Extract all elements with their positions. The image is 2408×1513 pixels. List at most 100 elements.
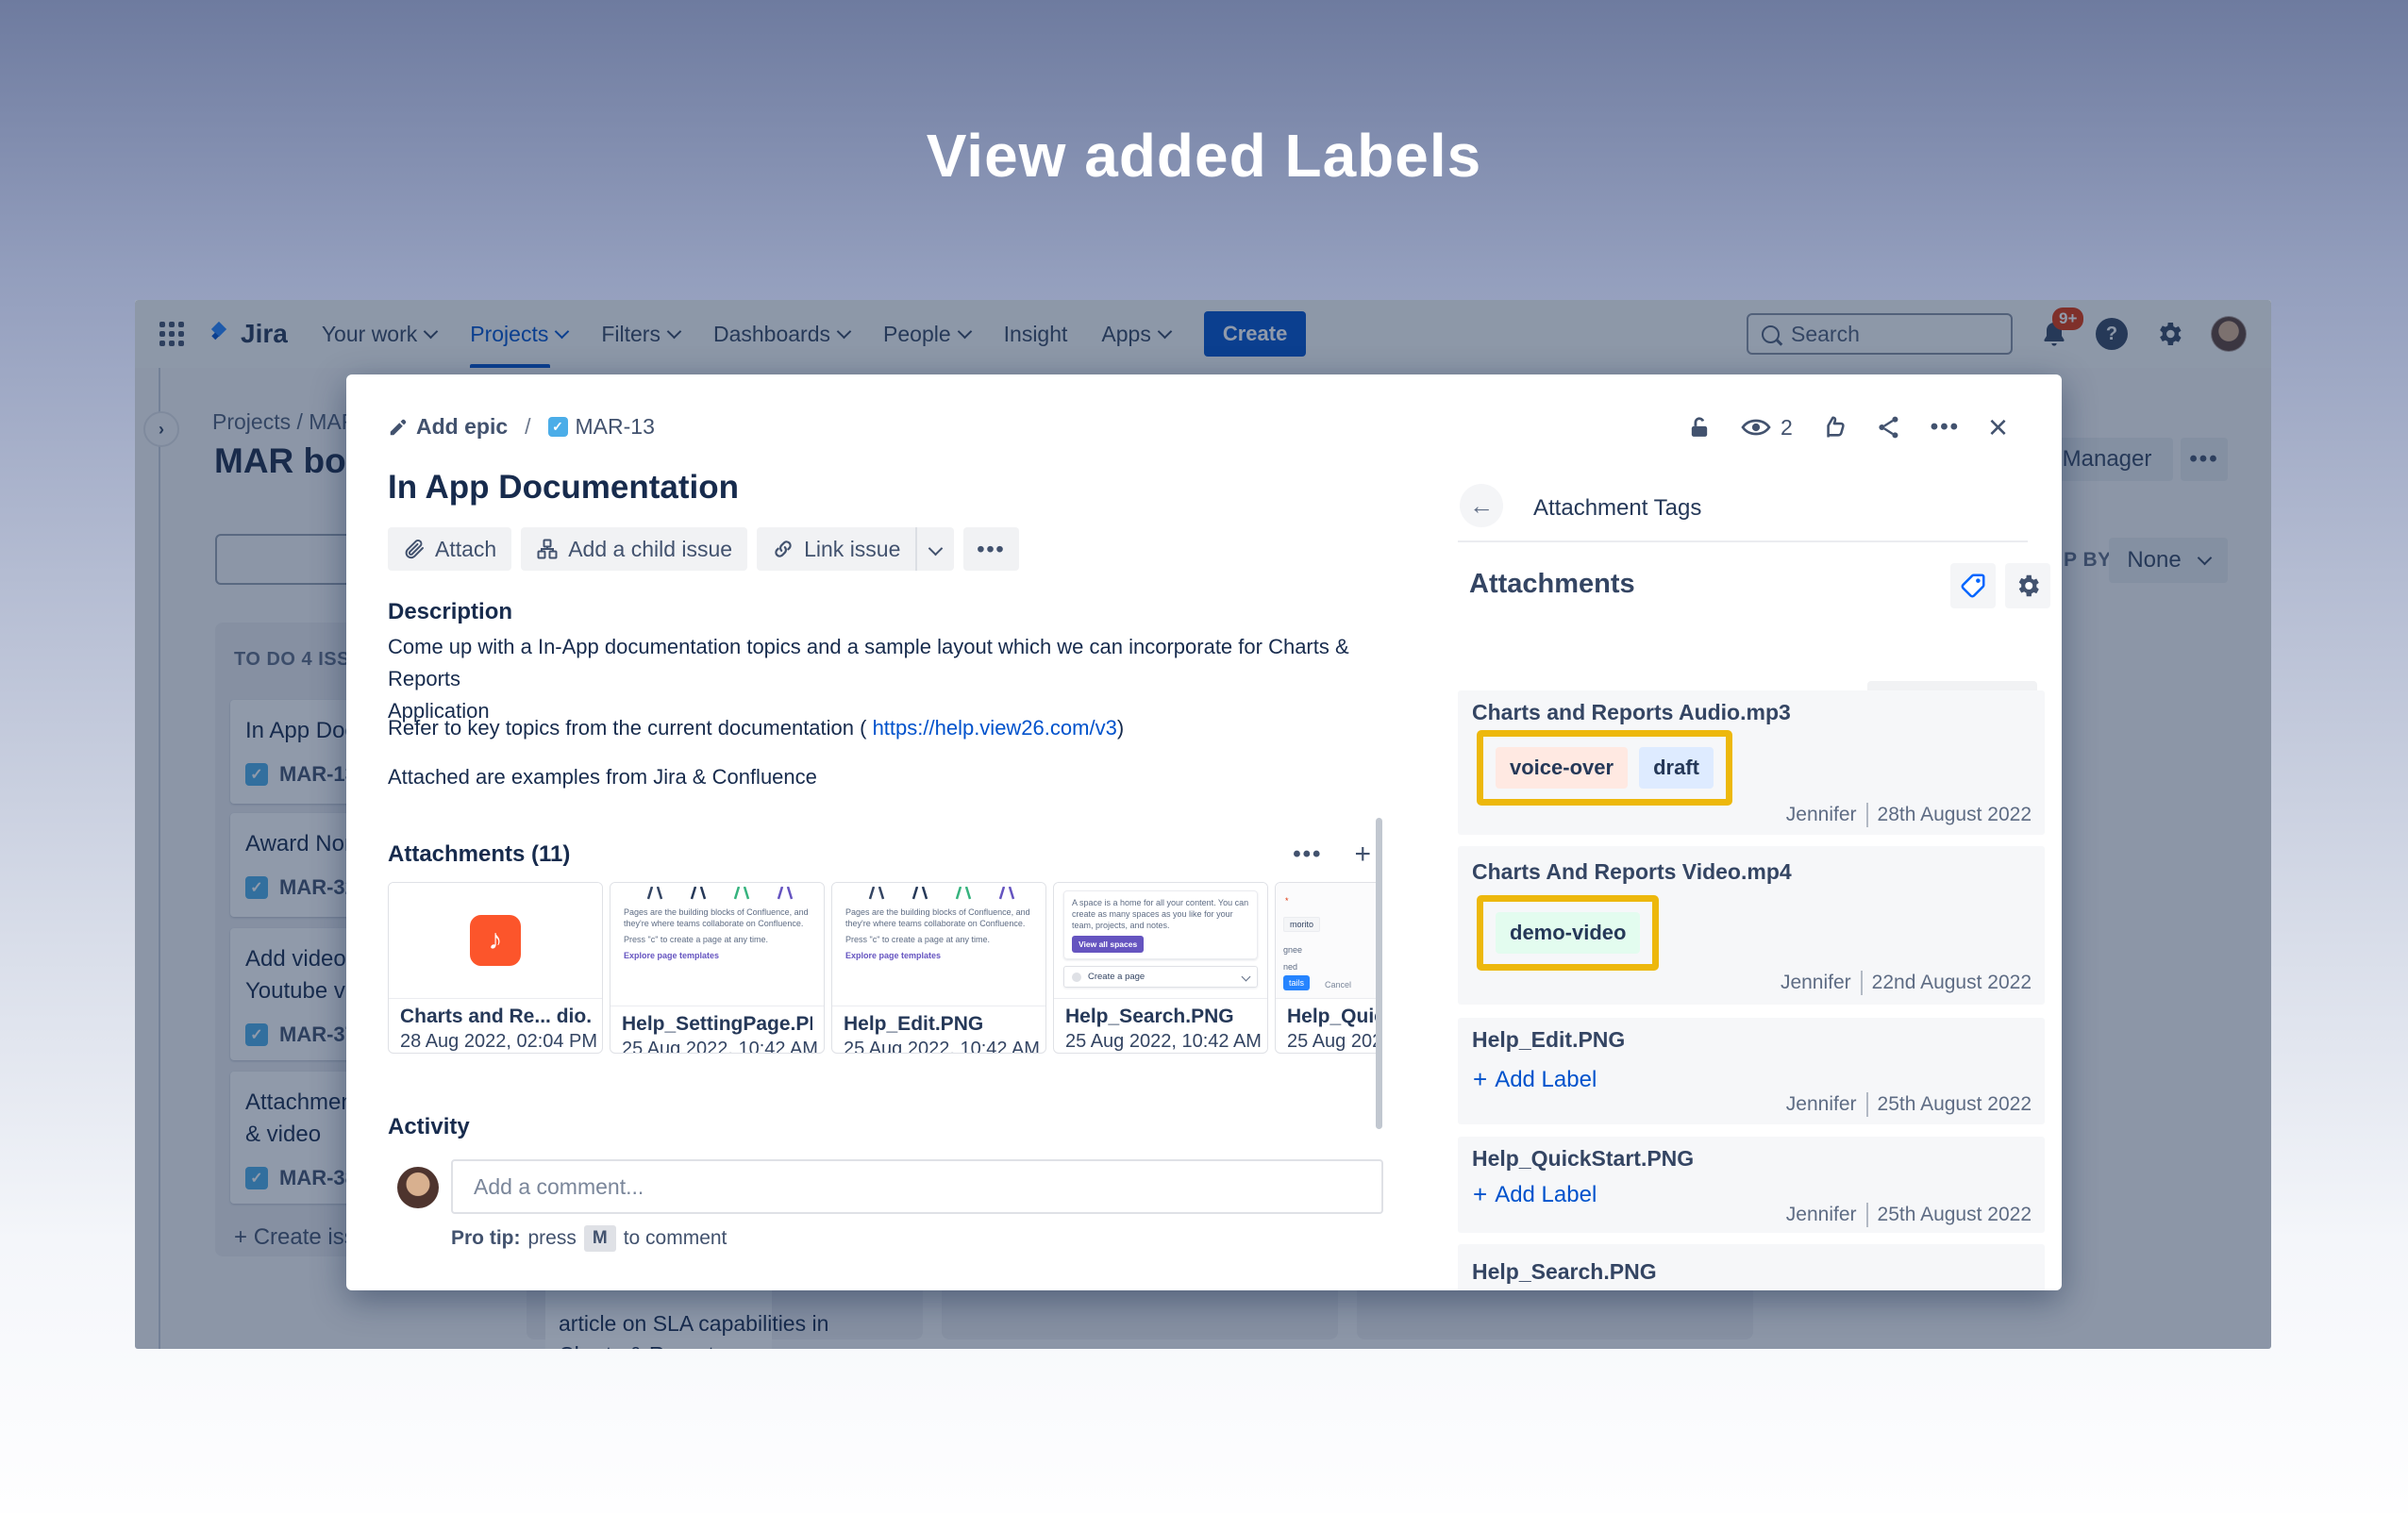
thumb-text: morito: [1283, 917, 1320, 932]
label-chip-draft[interactable]: draft: [1639, 747, 1714, 789]
child-issue-icon: [536, 538, 559, 560]
add-child-issue-button[interactable]: Add a child issue: [521, 527, 747, 571]
attachment-thumbnail-image[interactable]: Pages are the building blocks of Conflue…: [831, 882, 1046, 1054]
back-button[interactable]: ←: [1460, 484, 1503, 527]
attachment-date: 25 Aug 2022, 10:42 AM: [622, 1039, 812, 1054]
link-issue-button[interactable]: Link issue: [757, 527, 954, 571]
link-icon: [772, 538, 794, 560]
attachment-meta: Jennifer 22nd August 2022: [1781, 971, 2032, 995]
attachment-date: 28 Aug 2022, 02:04 PM: [400, 1031, 591, 1053]
attachment-thumbnail-image[interactable]: * morito gnee ned The defau issues for t…: [1275, 882, 1380, 1054]
toolbar-more-button[interactable]: •••: [963, 527, 1018, 571]
screenshot-stage: View added Labels Jira Your work Project…: [0, 0, 2408, 1513]
add-label-button[interactable]: +Add Label: [1473, 1180, 1597, 1209]
attachment-author: Jennifer: [1786, 804, 1857, 826]
attachment-date: 25 Aug 2022, 10:42 AM: [844, 1039, 1034, 1054]
attachment-meta: Jennifer 28th August 2022: [1786, 803, 2032, 827]
attachment-upload-date: 28th August 2022: [1878, 804, 2032, 826]
protip-text: Pro tip: press M to comment: [451, 1225, 727, 1252]
gear-icon: [2014, 572, 2042, 600]
issue-key-link[interactable]: ✓ MAR-13: [548, 414, 655, 440]
description-paragraph: Refer to key topics from the current doc…: [388, 712, 1384, 744]
attachment-name: Help_Edit.PNG: [844, 1013, 1034, 1036]
attachment-meta: Jennifer 25th August 2022: [1786, 1203, 2032, 1227]
panel-title: Attachment Tags: [1533, 495, 1701, 522]
page-title: View added Labels: [0, 121, 2408, 191]
add-label-button[interactable]: +Add Label: [1473, 1065, 1597, 1094]
attachment-date: 25 Aug 2022, 10:42 AM: [1065, 1031, 1256, 1053]
panel-settings-button[interactable]: [2005, 563, 2050, 608]
attachment-author: Jennifer: [1786, 1093, 1857, 1116]
comment-avatar: [397, 1167, 439, 1208]
attachment-row: Charts And Reports Video.mp4 demo-video …: [1458, 846, 2045, 1005]
attachment-file-name: Help_Search.PNG: [1472, 1259, 1657, 1285]
attachment-tags-panel: ← Attachment Tags Attachments Sort: [1458, 374, 2062, 1290]
attachment-row: Help_Search.PNG: [1458, 1244, 2045, 1290]
illustration-figures: [627, 887, 807, 901]
description-heading: Description: [388, 599, 512, 625]
add-epic-button[interactable]: Add epic: [388, 414, 508, 440]
attachment-name: Help_QuickS: [1287, 1006, 1380, 1028]
chevron-down-icon: [928, 540, 944, 556]
activity-heading: Activity: [388, 1114, 470, 1140]
link-issue-dropdown[interactable]: [915, 527, 954, 571]
thumb-text: Press "c" to create a page at any time.: [845, 934, 1032, 945]
view-all-spaces-button: View all spaces: [1072, 936, 1144, 953]
attachment-thumbnail-image[interactable]: A space is a home for all your content. …: [1053, 882, 1268, 1054]
attachment-upload-date: 22nd August 2022: [1872, 972, 2032, 994]
paperclip-icon: [403, 538, 426, 560]
attachment-author: Jennifer: [1786, 1204, 1857, 1226]
description-paragraph: Attached are examples from Jira & Conflu…: [388, 761, 1384, 793]
attachment-name: Help_SettingPage.PNG: [622, 1013, 812, 1036]
documentation-link[interactable]: https://help.view26.com/v3: [873, 716, 1117, 740]
thumb-text: Cancel: [1325, 980, 1351, 989]
panel-attachments-heading: Attachments: [1469, 569, 1635, 600]
labels-highlight-box: demo-video: [1477, 895, 1659, 971]
task-type-icon: ✓: [548, 417, 568, 437]
attachments-more-button[interactable]: •••: [1293, 841, 1322, 868]
attachment-name: Charts and Re... dio.mp3: [400, 1006, 591, 1028]
thumb-text: gnee: [1283, 945, 1302, 955]
thumb-text: Pages are the building blocks of Conflue…: [624, 906, 811, 929]
attachment-meta: Jennifer 25th August 2022: [1786, 1092, 2032, 1117]
attachment-file-name: Charts And Reports Video.mp4: [1472, 859, 1792, 885]
attachment-name: Help_Search.PNG: [1065, 1006, 1256, 1028]
attachment-file-name: Help_Edit.PNG: [1472, 1027, 1625, 1053]
thumb-link: Explore page templates: [624, 951, 811, 960]
modal-breadcrumb: Add epic / ✓ MAR-13: [388, 414, 655, 440]
add-attachment-button[interactable]: +: [1354, 839, 1371, 871]
thumb-text: Pages are the building blocks of Conflue…: [845, 906, 1032, 929]
tag-filter-button[interactable]: [1950, 563, 1996, 608]
label-chip-voice-over[interactable]: voice-over: [1496, 747, 1628, 789]
attachments-header: Attachments (11) ••• +: [388, 839, 1371, 871]
attachment-author: Jennifer: [1781, 972, 1851, 994]
attach-button[interactable]: Attach: [388, 527, 511, 571]
pencil-icon: [388, 417, 409, 438]
comment-input[interactable]: [451, 1159, 1383, 1214]
thumb-link: Explore page templates: [845, 951, 1032, 960]
thumb-text: A space is a home for all your content. …: [1072, 897, 1249, 931]
attachment-row: Help_Edit.PNG +Add Label Jennifer 25th Au…: [1458, 1018, 2045, 1124]
tag-icon: [1959, 572, 1987, 600]
audio-file-icon: ♪: [470, 915, 521, 966]
create-page-select: Create a page: [1063, 966, 1258, 988]
attachment-thumbnail-image[interactable]: Pages are the building blocks of Conflue…: [610, 882, 825, 1054]
label-chip-demo-video[interactable]: demo-video: [1496, 912, 1640, 954]
panel-divider: [1458, 540, 2028, 542]
attachments-heading: Attachments (11): [388, 841, 570, 868]
attachments-strip: ♪ Charts and Re... dio.mp3 28 Aug 2022, 0…: [388, 882, 1380, 1056]
thumb-text: Press "c" to create a page at any time.: [624, 934, 811, 945]
attachment-thumbnail-audio[interactable]: ♪ Charts and Re... dio.mp3 28 Aug 2022, 0…: [388, 882, 603, 1054]
thumb-chip: tails: [1283, 975, 1310, 990]
attachment-upload-date: 25th August 2022: [1878, 1093, 2032, 1116]
attachment-file-name: Charts and Reports Audio.mp3: [1472, 700, 1791, 725]
scrollbar[interactable]: [1376, 818, 1382, 1129]
attachment-file-name: Help_QuickStart.PNG: [1472, 1146, 1694, 1172]
attachment-date: 25 Aug 2022,: [1287, 1031, 1380, 1053]
attachment-upload-date: 25th August 2022: [1878, 1204, 2032, 1226]
attachment-row: Help_QuickStart.PNG +Add Label Jennifer 2…: [1458, 1137, 2045, 1233]
issue-toolbar: Attach Add a child issue Link issue: [388, 527, 1019, 571]
labels-highlight-box: voice-over draft: [1477, 730, 1732, 806]
keyboard-key-m: M: [584, 1225, 616, 1252]
issue-title[interactable]: In App Documentation: [388, 469, 739, 507]
